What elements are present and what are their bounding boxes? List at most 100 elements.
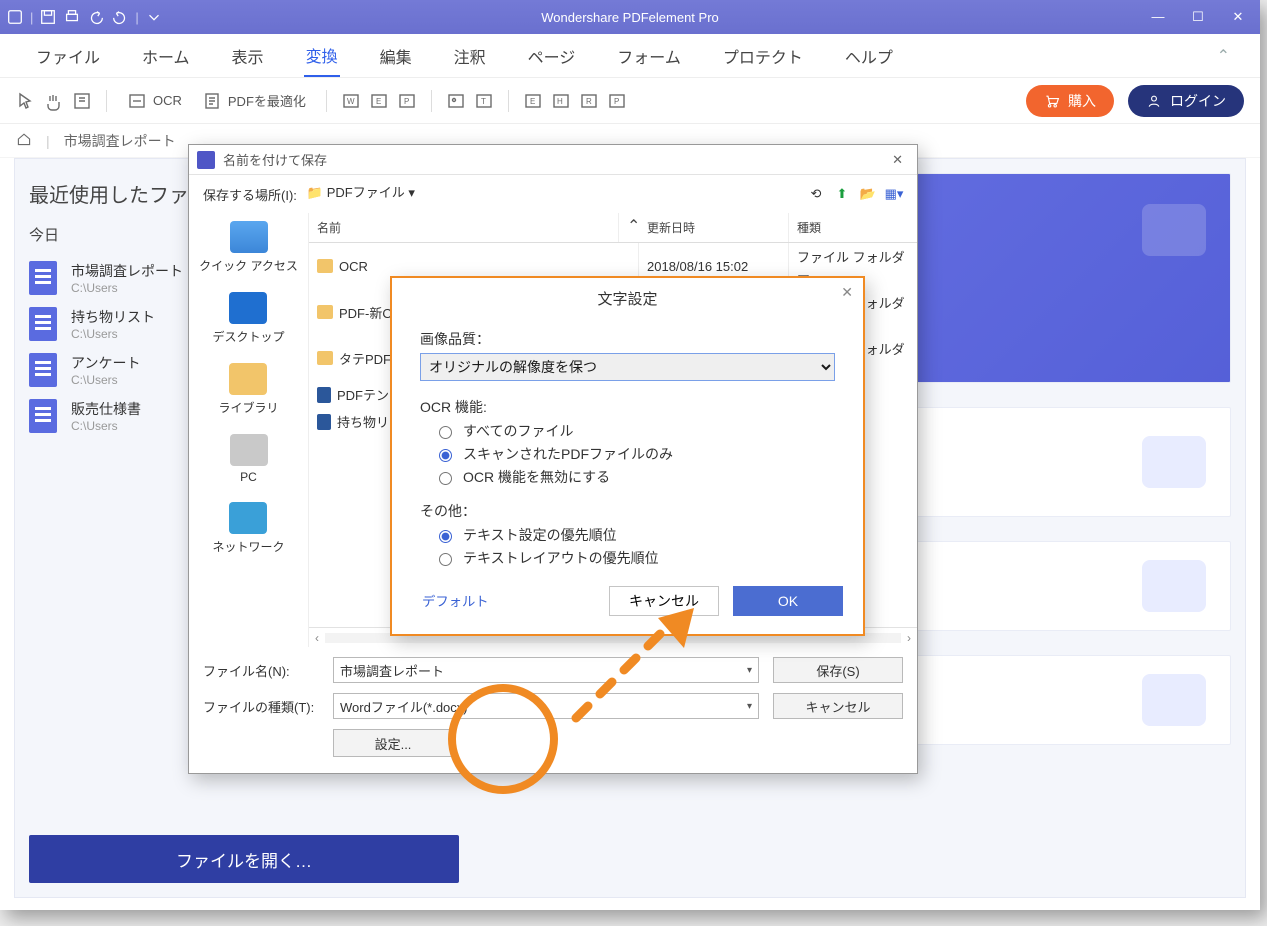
place-network[interactable]: ネットワーク (212, 502, 284, 555)
window-minimize-icon[interactable]: — (1150, 9, 1166, 25)
menu-file[interactable]: ファイル (34, 36, 102, 76)
menu-convert[interactable]: 変換 (304, 35, 340, 77)
ocr-option-scanned[interactable]: スキャンされたPDFファイルのみ (434, 444, 835, 464)
new-folder-icon[interactable]: 📂 (859, 185, 877, 203)
char-dialog-close-icon[interactable]: ✕ (841, 284, 853, 301)
optimize-label: PDFを最適化 (228, 91, 306, 110)
save-icon[interactable] (39, 8, 57, 26)
login-label: ログイン (1170, 91, 1226, 111)
file-icon (29, 307, 57, 341)
filetype-label: ファイルの種類(T): (203, 697, 315, 716)
print-icon[interactable] (63, 8, 81, 26)
char-ok-button[interactable]: OK (733, 586, 843, 616)
optimize-button[interactable]: PDFを最適化 (196, 87, 312, 115)
to-text-icon[interactable]: T (474, 91, 494, 111)
menu-view[interactable]: 表示 (230, 36, 266, 76)
convert-card-icon (1142, 436, 1206, 488)
menu-bar: ファイル ホーム 表示 変換 編集 注釈 ページ フォーム プロテクト ヘルプ … (0, 34, 1260, 78)
breadcrumb-tab[interactable]: 市場調査レポート (64, 131, 176, 151)
edit-card-icon (1142, 204, 1206, 256)
recent-title: 販売仕様書 (71, 399, 141, 419)
svg-text:R: R (586, 97, 592, 106)
app-title: Wondershare PDFelement Pro (541, 10, 719, 25)
svg-text:W: W (347, 97, 355, 106)
edit-tool-icon[interactable] (72, 91, 92, 111)
place-desktop[interactable]: デスクトップ (212, 292, 284, 345)
place-libraries[interactable]: ライブラリ (218, 363, 278, 416)
buy-button[interactable]: 購入 (1026, 85, 1114, 117)
settings-button[interactable]: 設定... (333, 729, 453, 757)
menu-home[interactable]: ホーム (140, 36, 192, 76)
nav-up-icon[interactable]: ⬆ (833, 185, 851, 203)
menu-collapse-icon[interactable]: ⌃ (1217, 46, 1230, 66)
svg-text:E: E (376, 97, 381, 106)
to-image-icon[interactable] (446, 91, 466, 111)
default-button[interactable]: デフォルト (412, 585, 499, 616)
ocr-option-disable[interactable]: OCR 機能を無効にする (434, 467, 835, 487)
redo-icon[interactable] (111, 8, 129, 26)
other-option-text[interactable]: テキスト設定の優先順位 (434, 525, 835, 545)
to-html-icon[interactable]: H (551, 91, 571, 111)
nav-back-icon[interactable]: ⟲ (807, 185, 825, 203)
toolbar: OCR PDFを最適化 W E P T E H R P 購入 ログイン (0, 78, 1260, 124)
menu-help[interactable]: ヘルプ (843, 36, 895, 76)
menu-page[interactable]: ページ (526, 36, 578, 76)
file-icon (29, 399, 57, 433)
quality-label: 画像品質： (420, 329, 835, 349)
to-excel-icon[interactable]: E (369, 91, 389, 111)
places-bar: クイック アクセス デスクトップ ライブラリ PC ネットワーク (189, 213, 309, 647)
view-mode-icon[interactable]: ▦▾ (885, 185, 903, 203)
open-file-button[interactable]: ファイルを開く… (29, 835, 459, 883)
login-button[interactable]: ログイン (1128, 85, 1244, 117)
recent-path: C:\Users (71, 327, 155, 341)
recent-title: 市場調査レポート (71, 261, 183, 281)
list-header[interactable]: 名前 ⌃ 更新日時 種類 (309, 213, 917, 243)
recent-path: C:\Users (71, 281, 183, 295)
undo-icon[interactable] (87, 8, 105, 26)
to-epub-icon[interactable]: E (523, 91, 543, 111)
filetype-combo[interactable]: Wordファイル(*.docx)▾ (333, 693, 759, 719)
other-option-layout[interactable]: テキストレイアウトの優先順位 (434, 548, 835, 568)
optimize-icon (202, 91, 222, 111)
char-settings-dialog: 文字設定 ✕ 画像品質： オリジナルの解像度を保つ OCR 機能: すべてのファ… (390, 276, 865, 636)
file-icon (29, 353, 57, 387)
to-rtf-icon[interactable]: R (579, 91, 599, 111)
ocr-label: OCR (153, 93, 182, 108)
app-logo-icon (6, 8, 24, 26)
char-cancel-button[interactable]: キャンセル (609, 586, 719, 616)
location-combo[interactable]: 📁 PDFファイル ▾ (307, 182, 797, 206)
menu-protect[interactable]: プロテクト (721, 36, 805, 76)
svg-text:P: P (404, 97, 409, 106)
to-ppt-icon[interactable]: P (397, 91, 417, 111)
to-pdfa-icon[interactable]: P (607, 91, 627, 111)
ocr-icon (127, 91, 147, 111)
dropdown-icon[interactable] (145, 8, 163, 26)
home-icon[interactable] (16, 131, 32, 150)
cancel-button[interactable]: キャンセル (773, 693, 903, 719)
buy-label: 購入 (1068, 91, 1096, 111)
place-pc[interactable]: PC (230, 434, 268, 484)
dialog-close-icon[interactable]: ✕ (886, 152, 909, 168)
hand-tool-icon[interactable] (44, 91, 64, 111)
save-button[interactable]: 保存(S) (773, 657, 903, 683)
menu-form[interactable]: フォーム (615, 36, 683, 76)
ocr-button[interactable]: OCR (121, 87, 188, 115)
char-dialog-title: 文字設定 (597, 291, 657, 308)
recent-path: C:\Users (71, 373, 140, 387)
menu-edit[interactable]: 編集 (378, 36, 414, 76)
select-tool-icon[interactable] (16, 91, 36, 111)
dialog-titlebar: 名前を付けて保存 ✕ (189, 145, 917, 175)
folder-icon (317, 305, 333, 319)
svg-text:P: P (614, 97, 619, 106)
word-icon (317, 414, 331, 430)
folder-icon (317, 351, 333, 365)
to-word-icon[interactable]: W (341, 91, 361, 111)
window-close-icon[interactable]: ✕ (1230, 9, 1246, 25)
quality-select[interactable]: オリジナルの解像度を保つ (420, 353, 835, 381)
window-maximize-icon[interactable]: ☐ (1190, 9, 1206, 25)
filename-input[interactable]: 市場調査レポート▾ (333, 657, 759, 683)
ocr-option-all[interactable]: すべてのファイル (434, 421, 835, 441)
place-quickaccess[interactable]: クイック アクセス (199, 221, 298, 274)
other-section-label: その他： (420, 501, 835, 521)
menu-comment[interactable]: 注釈 (452, 36, 488, 76)
